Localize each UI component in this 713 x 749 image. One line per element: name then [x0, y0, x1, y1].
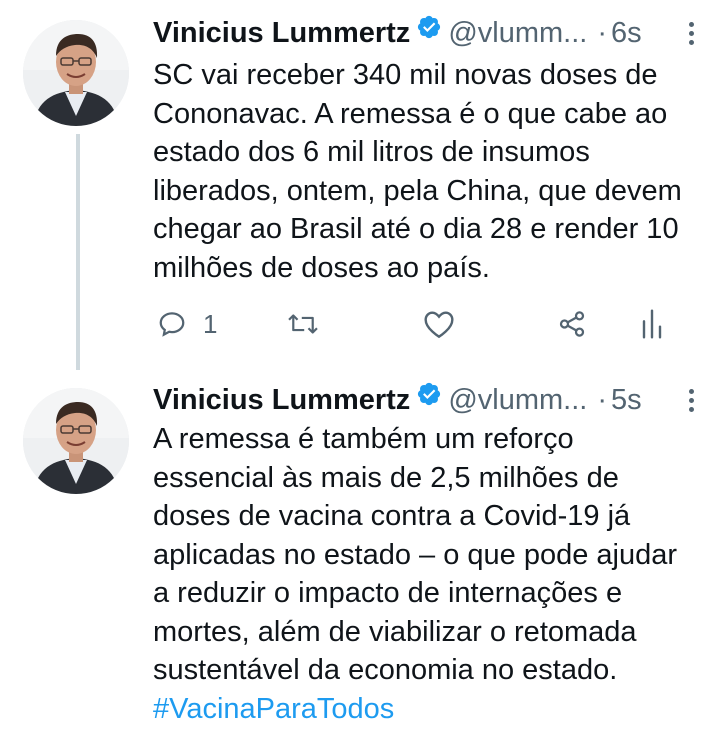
timestamp[interactable]: 6s [611, 17, 642, 49]
separator-dot: · [597, 384, 607, 416]
more-options-icon[interactable] [679, 381, 703, 421]
action-bar: 1 [153, 304, 683, 344]
author-name[interactable]: Vinicius Lummertz [153, 384, 410, 416]
tweet-1[interactable]: Vinicius Lummertz @vlumm... · 6s SC vai rec… [0, 0, 713, 370]
separator-dot: · [597, 17, 607, 49]
retweet-button[interactable] [286, 304, 320, 344]
tweet-text: A remessa é também um reforço essencial … [153, 420, 698, 728]
verified-badge-icon [416, 11, 442, 51]
tweet-text-content: A remessa é também um reforço essencial … [153, 423, 678, 686]
like-button[interactable] [423, 304, 455, 344]
author-name[interactable]: Vinicius Lummertz [153, 17, 410, 49]
tweet-header: Vinicius Lummertz @vlumm... · 6s [153, 13, 693, 53]
reply-button[interactable]: 1 [157, 304, 217, 344]
author-handle[interactable]: @vlumm... [448, 384, 587, 416]
more-options-icon[interactable] [679, 14, 703, 54]
hashtag-link[interactable]: #VacinaParaTodos [153, 693, 394, 725]
thread-connector-line [76, 134, 80, 370]
timestamp[interactable]: 5s [611, 384, 642, 416]
author-handle[interactable]: @vlumm... [448, 17, 587, 49]
tweet-2[interactable]: Vinicius Lummertz @vlumm... · 5s A remessa … [0, 370, 713, 749]
tweet-text: SC vai receber 340 mil novas doses de Co… [153, 59, 682, 284]
verified-badge-icon [416, 378, 442, 418]
reply-icon [157, 309, 187, 339]
avatar[interactable] [23, 20, 129, 126]
analytics-icon [641, 308, 663, 340]
tweet-header: Vinicius Lummertz @vlumm... · 5s [153, 380, 693, 420]
retweet-icon [286, 309, 320, 339]
like-icon [423, 309, 455, 339]
share-button[interactable] [556, 304, 588, 344]
reply-count: 1 [203, 308, 218, 339]
share-icon [556, 309, 588, 339]
avatar[interactable] [23, 388, 129, 494]
analytics-button[interactable] [641, 304, 663, 344]
